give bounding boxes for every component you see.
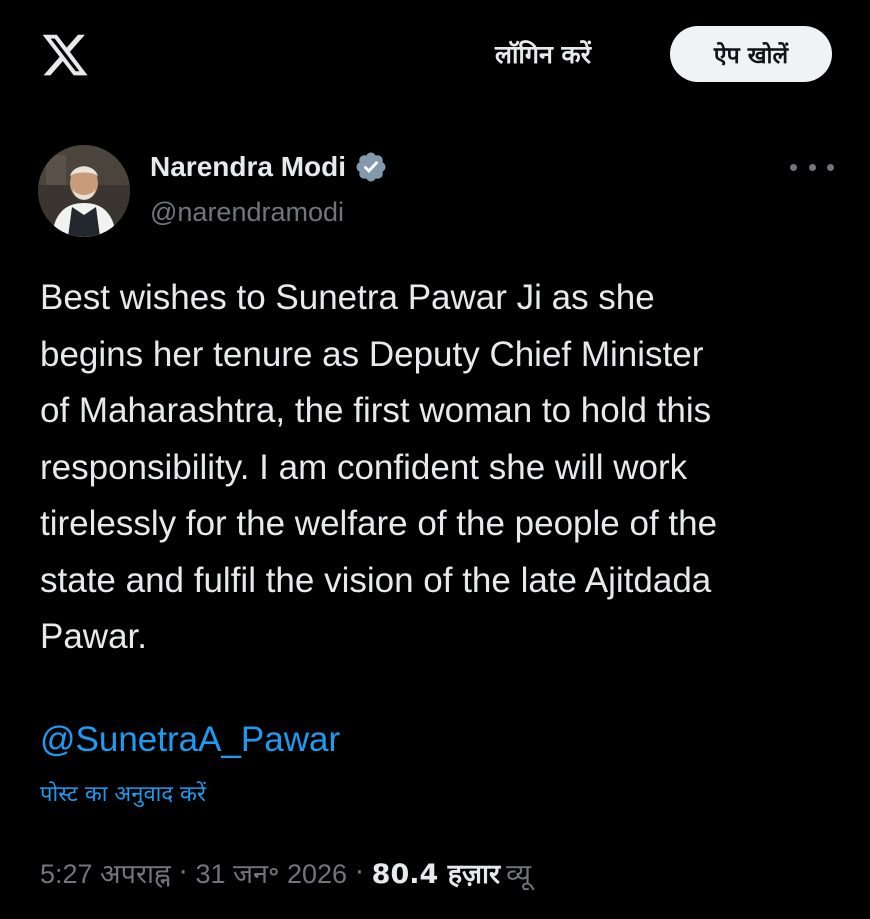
tweet-text: Best wishes to Sunetra Pawar Ji as she be… [40, 270, 840, 666]
more-options-icon[interactable] [790, 152, 834, 182]
post-date[interactable]: 31 जन॰ 2026 [195, 854, 347, 891]
more-dot [808, 163, 816, 171]
tweet-text-line: of Maharashtra, the first woman to hold … [40, 391, 712, 430]
open-app-button[interactable]: ऐप खोलें [670, 26, 832, 82]
mention-link[interactable]: @SunetraA_Pawar [40, 716, 340, 764]
avatar[interactable] [38, 145, 130, 237]
views-label: व्यू [506, 858, 532, 890]
tweet-text-line: state and fulfil the vision of the late … [40, 560, 712, 600]
tweet-text-line: Best wishes to Sunetra Pawar Ji as she [40, 278, 655, 317]
verified-badge-icon [354, 150, 388, 184]
tweet-meta: 5:27 अपराह्न · 31 जन॰ 2026 · 80.4 हज़ार … [40, 852, 531, 892]
meta-separator: · [178, 856, 188, 888]
more-dot [790, 163, 797, 171]
more-dot [827, 163, 834, 171]
top-bar: लॉगिन करें ऐप खोलें [0, 0, 870, 110]
meta-separator: · [355, 856, 364, 888]
author-handle[interactable]: @narendramodi [150, 194, 344, 230]
tweet-text-line: Pawar. [40, 617, 147, 656]
translate-post-link[interactable]: पोस्ट का अनुवाद करें [40, 778, 206, 812]
x-logo-icon[interactable] [40, 30, 90, 80]
tweet-text-line: begins her tenure as Deputy Chief Minist… [40, 334, 704, 374]
author-name-row: Narendra Modi [150, 148, 388, 186]
tweet-text-line: tirelessly for the welfare of the people… [40, 504, 718, 543]
views-count: 80.4 हज़ार [371, 858, 501, 890]
login-link[interactable]: लॉगिन करें [495, 38, 591, 72]
post-time[interactable]: 5:27 अपराह्न [40, 854, 171, 891]
author-name[interactable]: Narendra Modi [150, 149, 346, 185]
tweet-text-line: responsibility. I am confident she will … [40, 447, 688, 487]
